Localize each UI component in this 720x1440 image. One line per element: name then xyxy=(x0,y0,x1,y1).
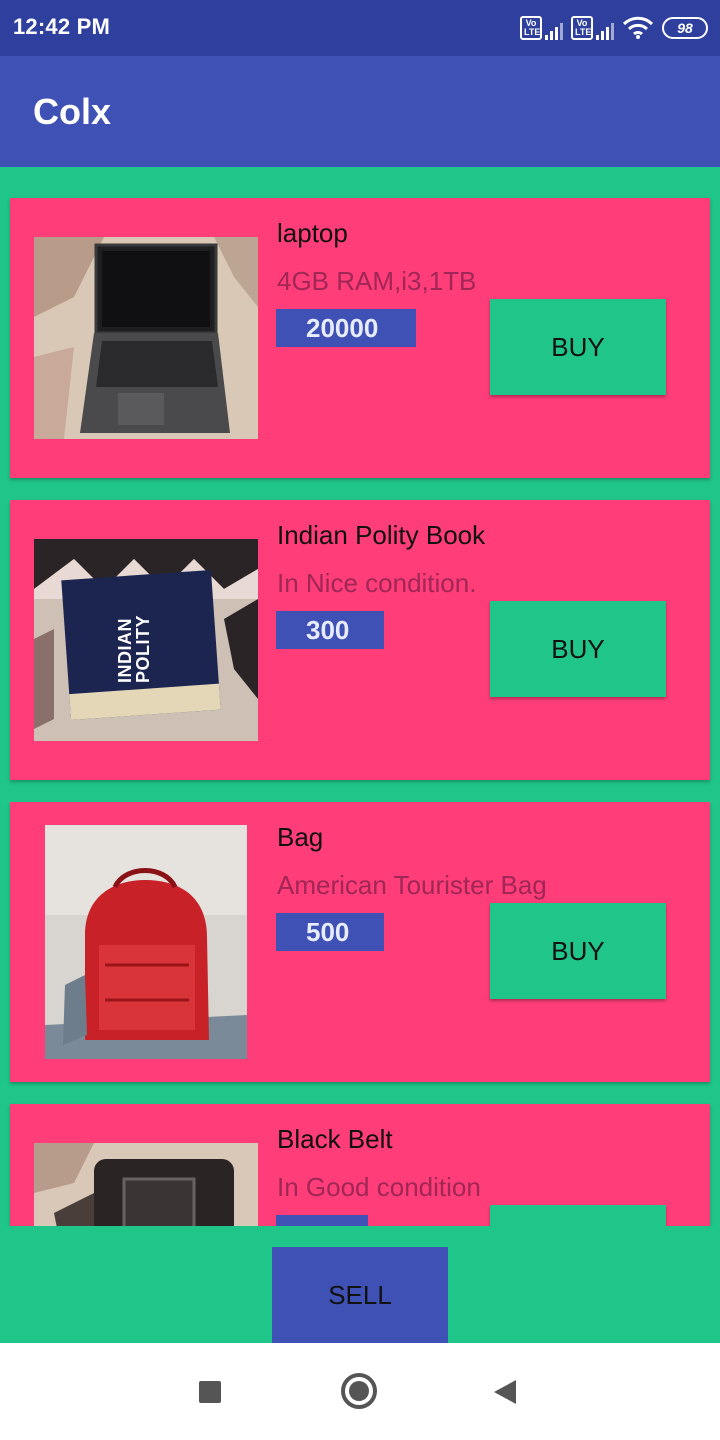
listing-list[interactable]: laptop 4GB RAM,i3,1TB 20000 BUY INDIAN P… xyxy=(0,167,720,1226)
listing-price: 500 xyxy=(276,913,384,951)
signal-bars-icon xyxy=(596,22,614,40)
listing-title: Bag xyxy=(277,822,324,852)
status-icons: Vo LTE Vo LTE 98 xyxy=(520,14,708,42)
listing-card: Black Belt In Good condition xyxy=(10,1104,710,1226)
listing-description: In Nice condition. xyxy=(277,568,477,598)
buy-button[interactable] xyxy=(490,1205,666,1226)
status-time: 12:42 PM xyxy=(13,14,110,39)
app-title: Colx xyxy=(33,91,112,132)
listing-title: Indian Polity Book xyxy=(277,520,486,550)
sim2-signal: Vo LTE xyxy=(571,16,614,40)
buy-button[interactable]: BUY xyxy=(490,299,666,395)
buy-button[interactable]: BUY xyxy=(490,903,666,999)
listing-title: Black Belt xyxy=(277,1124,393,1154)
listing-description: 4GB RAM,i3,1TB xyxy=(277,266,477,296)
book-photo: INDIAN POLITY xyxy=(34,539,258,741)
book-cover-text: INDIAN POLITY xyxy=(115,614,153,683)
listing-description: American Tourister Bag xyxy=(277,870,547,900)
bottom-bar: SELL xyxy=(0,1226,720,1343)
back-triangle-icon[interactable] xyxy=(494,1380,516,1404)
sell-button[interactable]: SELL xyxy=(272,1247,448,1343)
listing-price: 20000 xyxy=(276,309,416,347)
listing-title: laptop xyxy=(277,218,348,248)
buy-button[interactable]: BUY xyxy=(490,601,666,697)
signal-bars-icon xyxy=(545,22,563,40)
home-circle-icon[interactable] xyxy=(341,1373,377,1409)
sim1-signal: Vo LTE xyxy=(520,16,563,40)
backpack-photo xyxy=(45,825,247,1059)
status-bar: 12:42 PM Vo LTE Vo LTE 98 xyxy=(0,0,720,56)
listing-card: laptop 4GB RAM,i3,1TB 20000 BUY xyxy=(10,198,710,478)
volte-icon: Vo LTE xyxy=(520,16,542,40)
navigation-bar xyxy=(0,1343,720,1440)
app-bar: Colx xyxy=(0,56,720,167)
recents-square-icon[interactable] xyxy=(199,1381,221,1403)
battery-icon: 98 xyxy=(662,17,708,39)
listing-price xyxy=(276,1215,368,1226)
wifi-icon xyxy=(622,16,654,39)
listing-card: INDIAN POLITY Indian Polity Book In Nice… xyxy=(10,500,710,780)
listing-price: 300 xyxy=(276,611,384,649)
belt-photo xyxy=(34,1143,258,1226)
laptop-photo xyxy=(34,237,258,439)
listing-description: In Good condition xyxy=(277,1172,481,1202)
listing-card: Bag American Tourister Bag 500 BUY xyxy=(10,802,710,1082)
volte-icon: Vo LTE xyxy=(571,16,593,40)
